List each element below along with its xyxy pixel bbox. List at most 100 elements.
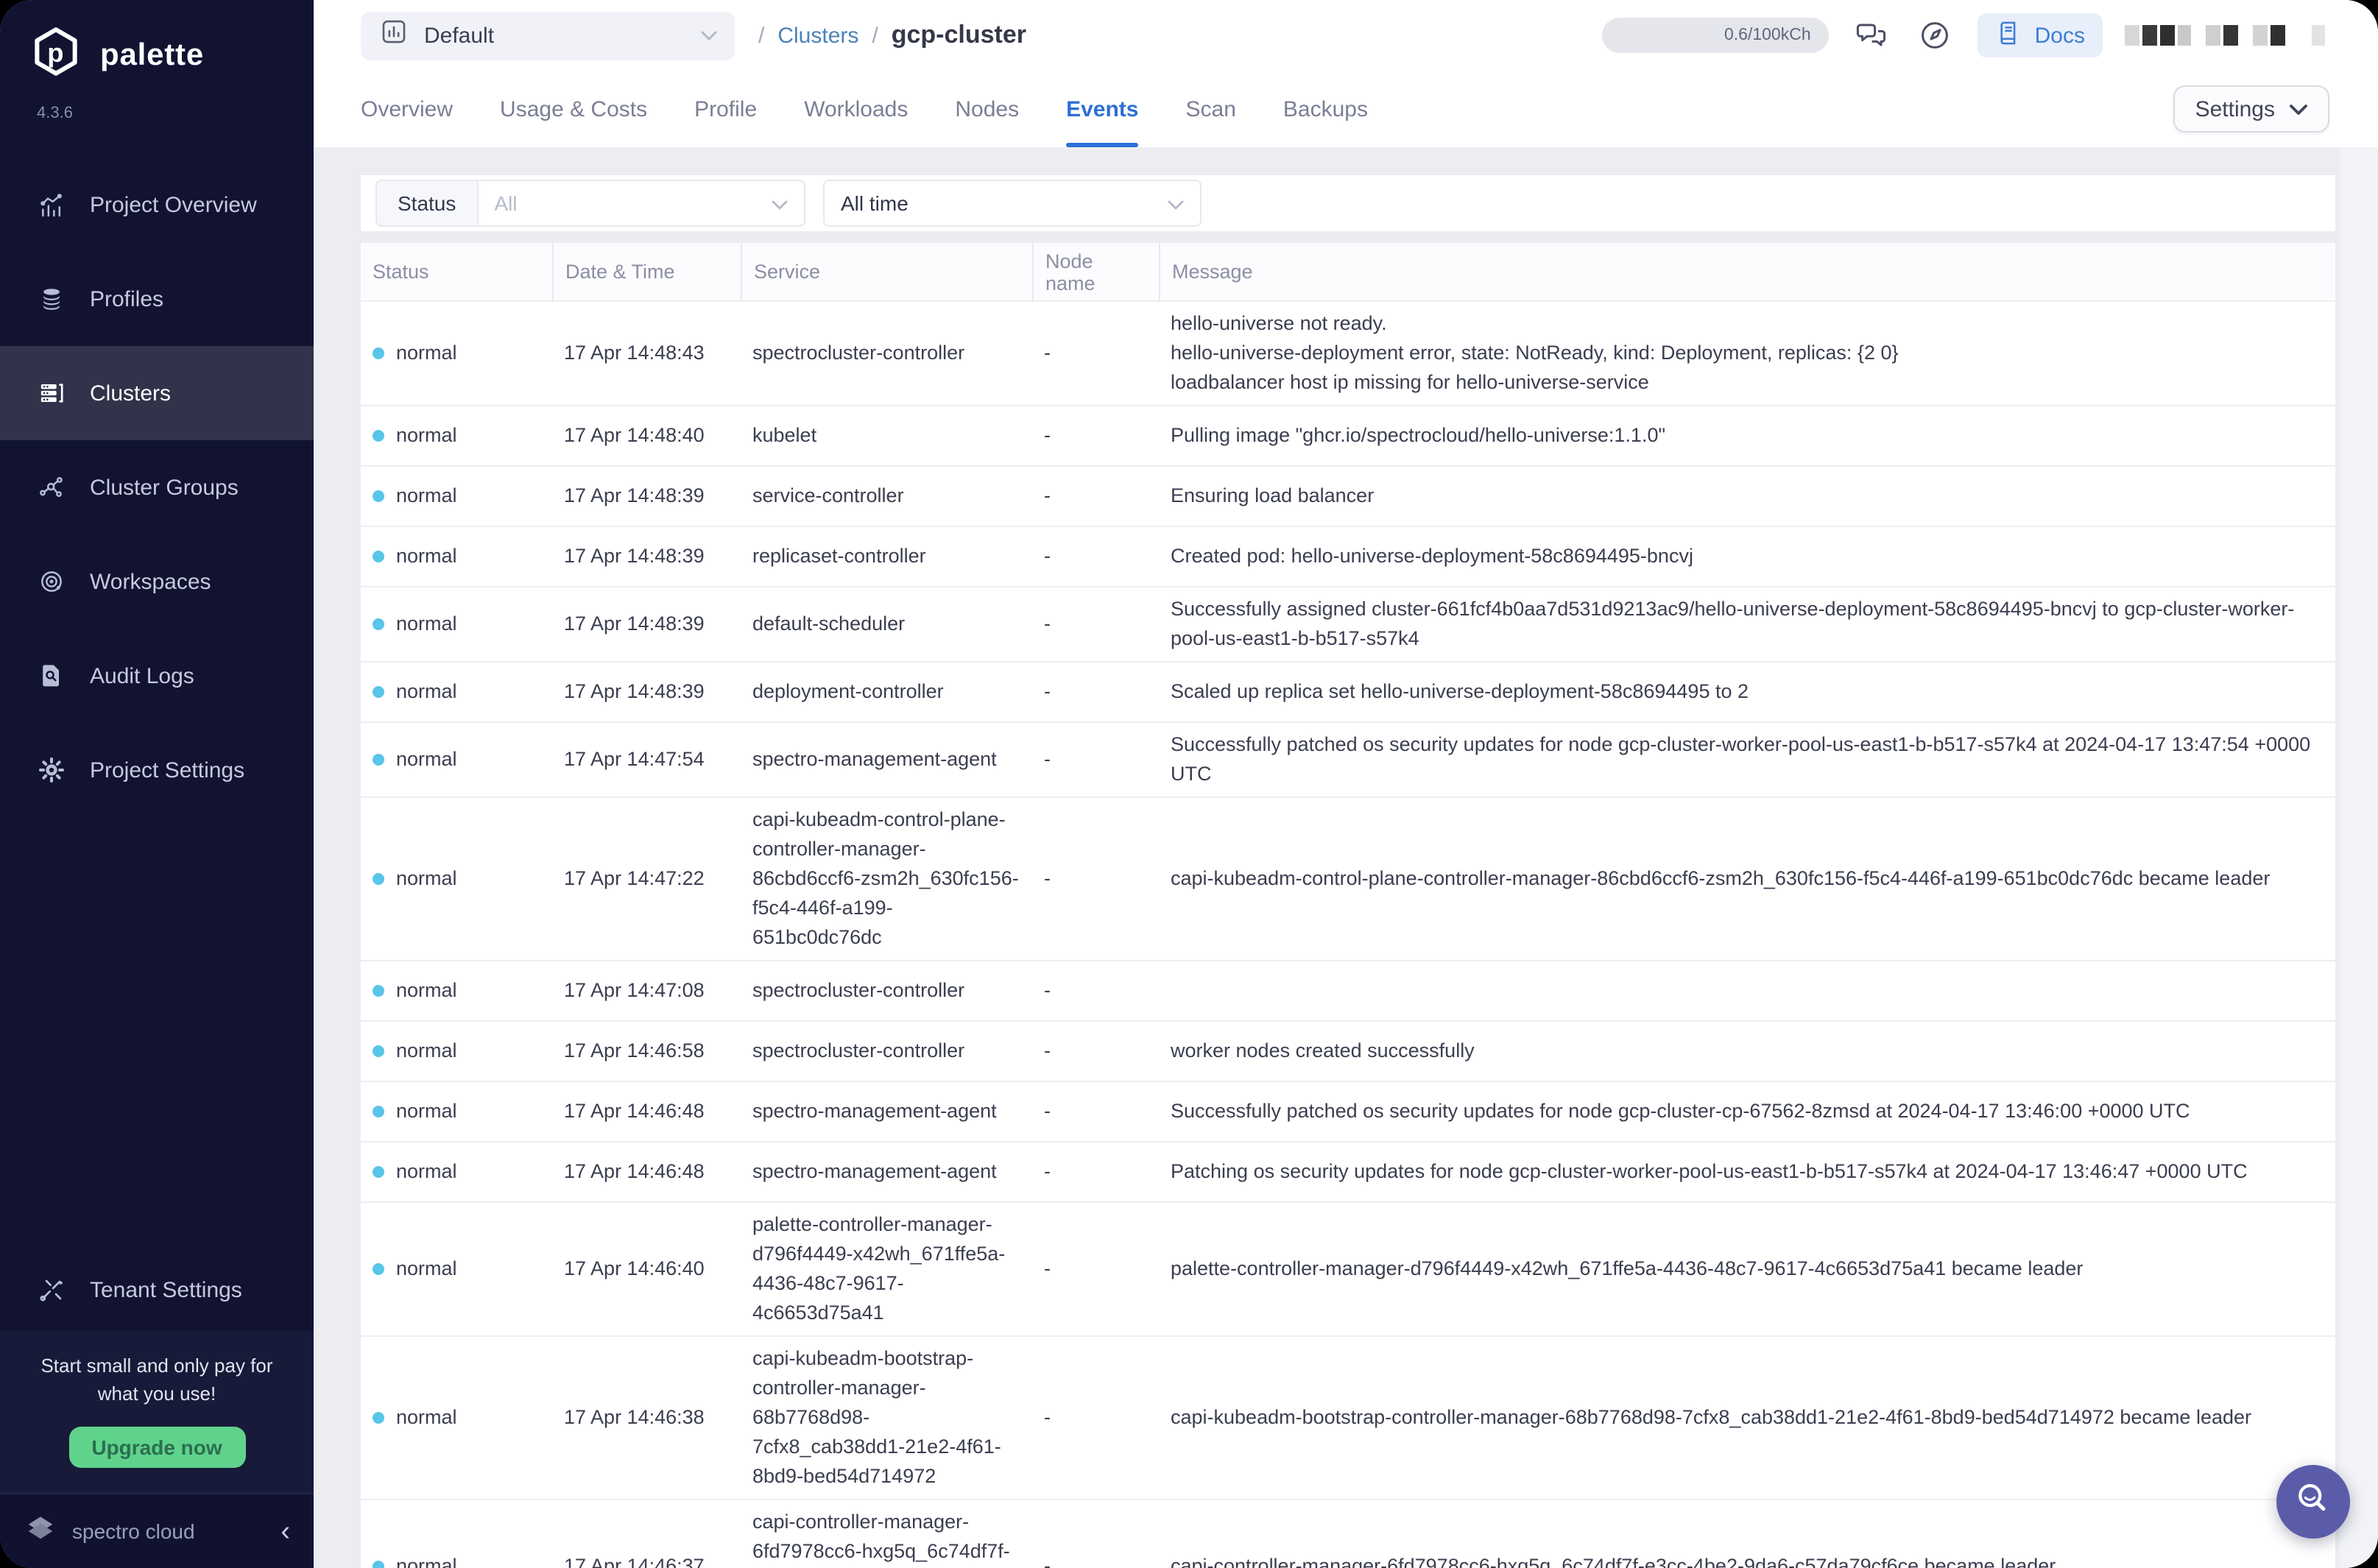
search-fab-button[interactable] xyxy=(2276,1465,2350,1539)
service-link[interactable]: spectro-management-agent xyxy=(752,1157,1020,1187)
service-link[interactable]: capi-kubeadm-bootstrap-controller-manage… xyxy=(752,1344,1020,1491)
datetime-link[interactable]: 17 Apr 14:48:43 xyxy=(552,302,741,405)
status-text: normal xyxy=(396,339,457,368)
service-link[interactable]: spectrocluster-controller xyxy=(752,1036,1020,1066)
sidebar-item-profiles[interactable]: Profiles xyxy=(0,252,314,346)
datetime-link[interactable]: 17 Apr 14:48:39 xyxy=(552,587,741,661)
sidebar-item-cluster-groups[interactable]: Cluster Groups xyxy=(0,440,314,534)
datetime-link[interactable]: 17 Apr 14:48:39 xyxy=(552,527,741,586)
status-cell: normal xyxy=(361,467,552,526)
table-row: normal 17 Apr 14:48:39 service-controlle… xyxy=(361,467,2335,527)
datetime-link[interactable]: 17 Apr 14:47:08 xyxy=(552,961,741,1020)
table-row: normal 17 Apr 14:46:37 capi-controller-m… xyxy=(361,1500,2335,1568)
service-cell[interactable]: service-controller xyxy=(741,467,1032,526)
service-link[interactable]: replicaset-controller xyxy=(752,542,1020,571)
upgrade-message: Start small and only pay for what you us… xyxy=(21,1352,293,1408)
compass-icon[interactable] xyxy=(1914,15,1955,56)
service-link[interactable]: capi-kubeadm-control-plane-controller-ma… xyxy=(752,805,1020,953)
datetime-link[interactable]: 17 Apr 14:46:40 xyxy=(552,1203,741,1335)
table-row: normal 17 Apr 14:47:08 spectrocluster-co… xyxy=(361,961,2335,1022)
status-dot-icon xyxy=(373,618,384,630)
service-link[interactable]: spectrocluster-controller xyxy=(752,339,1020,368)
docs-button[interactable]: Docs xyxy=(1977,13,2103,57)
datetime-link[interactable]: 17 Apr 14:48:39 xyxy=(552,663,741,721)
project-selector[interactable]: Default xyxy=(361,11,735,60)
tab-nodes[interactable]: Nodes xyxy=(955,71,1019,147)
node-name-cell: - xyxy=(1032,961,1159,1020)
tab-events[interactable]: Events xyxy=(1066,71,1138,147)
status-filter-value[interactable]: All xyxy=(478,181,804,225)
status-cell: normal xyxy=(361,798,552,960)
service-cell[interactable]: deployment-controller xyxy=(741,663,1032,721)
layers-icon xyxy=(37,284,66,314)
sidebar-item-workspaces[interactable]: Workspaces xyxy=(0,534,314,629)
time-range-filter[interactable]: All time xyxy=(823,180,1202,227)
tab-overview[interactable]: Overview xyxy=(361,71,453,147)
status-cell: normal xyxy=(361,961,552,1020)
datetime-link[interactable]: 17 Apr 14:46:37 xyxy=(552,1500,741,1568)
datetime-link[interactable]: 17 Apr 14:47:54 xyxy=(552,723,741,797)
status-dot-icon xyxy=(373,985,384,997)
breadcrumb-link-clusters[interactable]: Clusters xyxy=(777,23,858,48)
service-link[interactable]: spectro-management-agent xyxy=(752,745,1020,774)
datetime-link[interactable]: 17 Apr 14:47:22 xyxy=(552,798,741,960)
service-link[interactable]: deployment-controller xyxy=(752,677,1020,707)
sidebar-item-tenant-settings[interactable]: Tenant Settings xyxy=(0,1249,314,1331)
service-cell[interactable]: spectro-management-agent xyxy=(741,1082,1032,1141)
service-link[interactable]: palette-controller-manager-d796f4449-x42… xyxy=(752,1210,1020,1328)
service-cell[interactable]: palette-controller-manager-d796f4449-x42… xyxy=(741,1203,1032,1335)
service-cell[interactable]: capi-controller-manager-6fd7978cc6-hxg5q… xyxy=(741,1500,1032,1568)
status-cell: normal xyxy=(361,1143,552,1201)
upgrade-now-button[interactable]: Upgrade now xyxy=(68,1427,245,1468)
service-link[interactable]: spectro-management-agent xyxy=(752,1097,1020,1126)
message-cell: capi-kubeadm-bootstrap-controller-manage… xyxy=(1159,1337,2335,1499)
datetime-link[interactable]: 17 Apr 14:46:48 xyxy=(552,1143,741,1201)
service-cell[interactable]: spectro-management-agent xyxy=(741,723,1032,797)
service-cell[interactable]: spectro-management-agent xyxy=(741,1143,1032,1201)
service-link[interactable]: spectrocluster-controller xyxy=(752,976,1020,1006)
service-cell[interactable]: capi-kubeadm-control-plane-controller-ma… xyxy=(741,798,1032,960)
service-cell[interactable]: spectrocluster-controller xyxy=(741,961,1032,1020)
tab-profile[interactable]: Profile xyxy=(694,71,757,147)
service-link[interactable]: kubelet xyxy=(752,421,1020,451)
status-text: normal xyxy=(396,1254,457,1284)
service-cell[interactable]: spectrocluster-controller xyxy=(741,302,1032,405)
service-cell[interactable]: replicaset-controller xyxy=(741,527,1032,586)
service-link[interactable]: default-scheduler xyxy=(752,610,1020,639)
message-cell: capi-kubeadm-control-plane-controller-ma… xyxy=(1159,798,2335,960)
node-name-cell: - xyxy=(1032,1203,1159,1335)
service-cell[interactable]: default-scheduler xyxy=(741,587,1032,661)
datetime-link[interactable]: 17 Apr 14:46:38 xyxy=(552,1337,741,1499)
service-link[interactable]: capi-controller-manager-6fd7978cc6-hxg5q… xyxy=(752,1508,1020,1568)
table-row: normal 17 Apr 14:46:48 spectro-managemen… xyxy=(361,1143,2335,1203)
sidebar-item-project-overview[interactable]: Project Overview xyxy=(0,158,314,252)
datetime-link[interactable]: 17 Apr 14:46:48 xyxy=(552,1082,741,1141)
tab-workloads[interactable]: Workloads xyxy=(804,71,908,147)
app-version: 4.3.6 xyxy=(0,87,314,122)
tab-backups[interactable]: Backups xyxy=(1283,71,1368,147)
events-content: Status All All time Status Date & xyxy=(314,147,2378,1568)
sidebar-item-clusters[interactable]: Clusters xyxy=(0,346,314,440)
service-cell[interactable]: spectrocluster-controller xyxy=(741,1022,1032,1081)
sidebar-item-audit-logs[interactable]: Audit Logs xyxy=(0,629,314,723)
message-cell xyxy=(1159,961,2335,1020)
collapse-sidebar-icon[interactable]: ‹ xyxy=(281,1517,290,1545)
tab-scan[interactable]: Scan xyxy=(1186,71,1236,147)
service-cell[interactable]: capi-kubeadm-bootstrap-controller-manage… xyxy=(741,1337,1032,1499)
service-cell[interactable]: kubelet xyxy=(741,406,1032,465)
status-filter[interactable]: Status All xyxy=(375,180,805,227)
message-cell: Patching os security updates for node gc… xyxy=(1159,1143,2335,1201)
status-cell: normal xyxy=(361,1203,552,1335)
service-link[interactable]: service-controller xyxy=(752,481,1020,511)
datetime-link[interactable]: 17 Apr 14:48:40 xyxy=(552,406,741,465)
settings-button[interactable]: Settings xyxy=(2173,85,2329,133)
tab-usage-costs[interactable]: Usage & Costs xyxy=(500,71,647,147)
status-dot-icon xyxy=(373,551,384,562)
sidebar-item-project-settings[interactable]: Project Settings xyxy=(0,723,314,817)
chat-icon[interactable] xyxy=(1851,15,1892,56)
book-icon xyxy=(1995,18,2023,52)
datetime-link[interactable]: 17 Apr 14:46:58 xyxy=(552,1022,741,1081)
datetime-link[interactable]: 17 Apr 14:48:39 xyxy=(552,467,741,526)
node-name-cell: - xyxy=(1032,1337,1159,1499)
column-header-message: Message xyxy=(1159,243,2335,300)
